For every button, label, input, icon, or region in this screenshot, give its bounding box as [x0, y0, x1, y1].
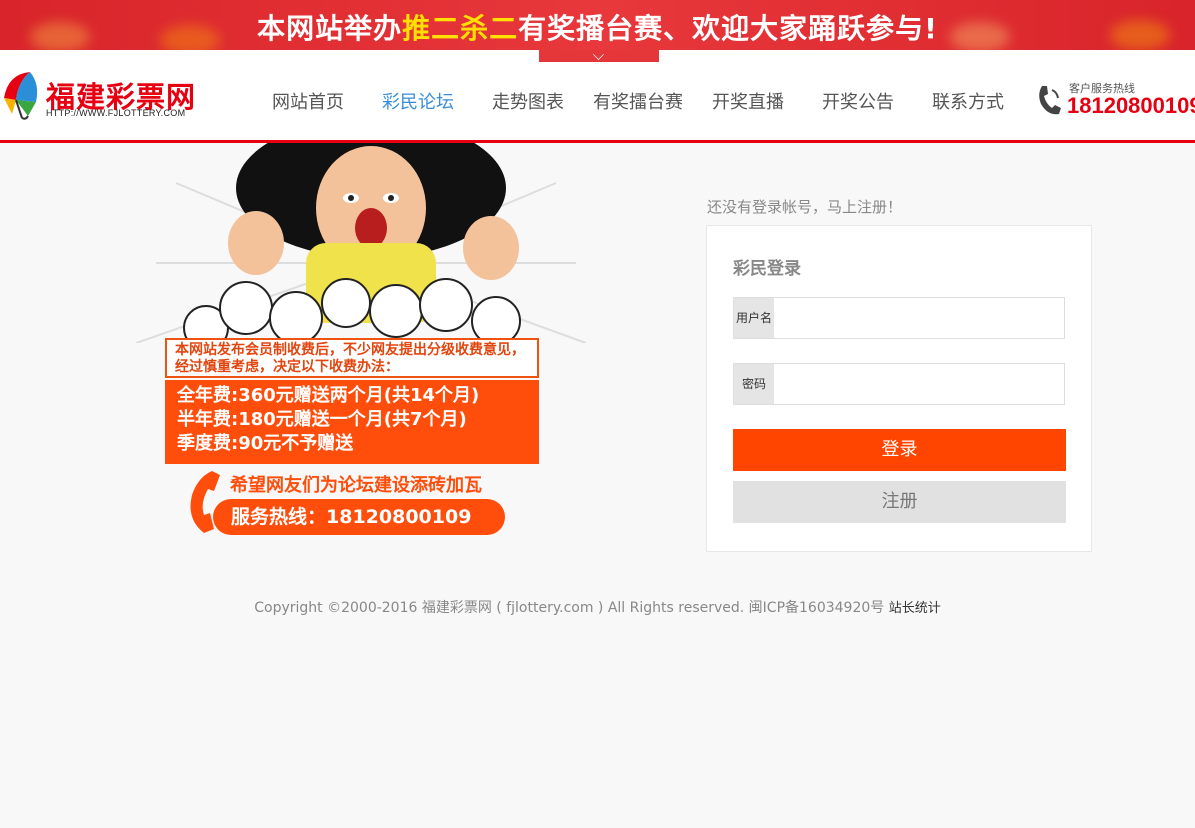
nav-item-home[interactable]: 网站首页: [272, 88, 344, 114]
price-half-year: 半年费:180元赠送一个月(共7个月): [177, 409, 467, 430]
banner-text-highlight: 推二杀二: [402, 12, 519, 45]
banner-text-suffix: 有奖播台赛、欢迎大家踊跃参与!: [518, 12, 938, 45]
nav-item-contest[interactable]: 有奖擂台赛: [593, 88, 683, 114]
signup-prompt-link[interactable]: 还没有登录帐号，马上注册！: [707, 196, 902, 217]
phone-icon: [1039, 86, 1061, 115]
banner-text-prefix: 本网站举办: [257, 12, 403, 45]
banner-text: 本网站举办推二杀二有奖播台赛、欢迎大家踊跃参与!: [0, 7, 1195, 47]
site-logo[interactable]: 福建彩票网 HTTP://WWW.FJLOTTERY.COM: [0, 70, 210, 122]
promo-slogan: 希望网友们为论坛建设添砖加瓦: [230, 475, 482, 496]
membership-promo: 本网站发布会员制收费后，不少网友提出分级收费意见，经过慎重考虑，决定以下收费办法…: [136, 143, 596, 538]
password-label: 密码: [734, 364, 774, 404]
promo-hotline: 服务热线：18120800109: [213, 499, 505, 535]
price-quarterly: 季度费:90元不予赠送: [177, 433, 354, 454]
login-title: 彩民登录: [733, 259, 801, 279]
logo-url: HTTP://WWW.FJLOTTERY.COM: [46, 108, 186, 118]
nav-item-live-draw[interactable]: 开奖直播: [712, 88, 784, 114]
site-header: 福建彩票网 HTTP://WWW.FJLOTTERY.COM 网站首页 彩民论坛…: [0, 50, 1195, 143]
login-button[interactable]: 登录: [733, 429, 1066, 471]
promo-price-list: 全年费:360元赠送两个月(共14个月) 半年费:180元赠送一个月(共7个月)…: [165, 380, 539, 464]
customer-hotline: 客户服务热线 18120800109: [1036, 80, 1195, 120]
hotline-number: 18120800109: [1067, 93, 1195, 118]
nav-item-draw-notice[interactable]: 开奖公告: [822, 88, 894, 114]
login-form: 彩民登录 用户名 密码 登录 注册: [706, 225, 1092, 552]
nav-item-contact[interactable]: 联系方式: [932, 88, 1004, 114]
register-button[interactable]: 注册: [733, 481, 1066, 523]
username-input[interactable]: [775, 298, 1067, 340]
cheering-man-illustration: [136, 143, 587, 343]
password-field: 密码: [733, 363, 1067, 406]
copyright-text: Copyright ©2000-2016 福建彩票网 ( fjlottery.c…: [254, 600, 885, 616]
username-field: 用户名: [733, 297, 1067, 340]
footer: Copyright ©2000-2016 福建彩票网 ( fjlottery.c…: [0, 597, 1195, 617]
password-input[interactable]: [775, 364, 1067, 406]
promo-notice: 本网站发布会员制收费后，不少网友提出分级收费意见，经过慎重考虑，决定以下收费办法…: [165, 338, 539, 378]
umbrella-logo-icon: [4, 72, 38, 120]
banner-collapse-button[interactable]: [539, 49, 659, 62]
site-stats-link[interactable]: 站长统计: [889, 601, 941, 616]
nav-item-forum[interactable]: 彩民论坛: [382, 88, 454, 114]
username-label: 用户名: [734, 298, 774, 338]
top-banner[interactable]: 本网站举办推二杀二有奖播台赛、欢迎大家踊跃参与!: [0, 0, 1195, 50]
nav-item-trend-chart[interactable]: 走势图表: [492, 88, 564, 114]
price-annual: 全年费:360元赠送两个月(共14个月): [177, 385, 480, 406]
chevron-down-icon: [593, 49, 604, 60]
